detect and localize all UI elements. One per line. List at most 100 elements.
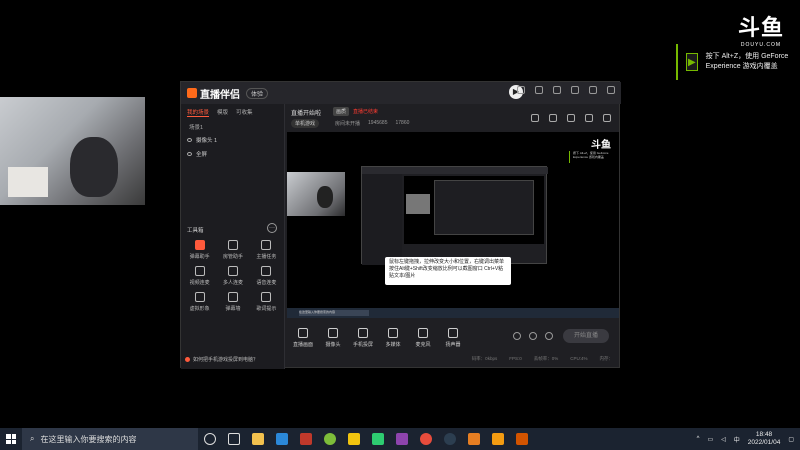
preview-webcam[interactable] (287, 172, 345, 216)
room-icons (531, 114, 611, 122)
more-icon[interactable]: ··· (267, 223, 277, 233)
task-view-icon[interactable] (198, 428, 222, 450)
gift-icon[interactable] (531, 114, 539, 122)
danmu-icon (194, 240, 205, 250)
tray-network-icon[interactable]: ▭ (707, 436, 713, 443)
preview-canvas[interactable]: 斗鱼 按下 Alt+Z，使用 GeForce Experience 游戏内覆盖 … (287, 132, 619, 318)
chrome-icon[interactable] (414, 428, 438, 450)
speaker-icon (448, 328, 458, 338)
close-icon[interactable] (607, 86, 615, 94)
video-link-icon (194, 266, 205, 276)
settings-icon[interactable] (545, 332, 553, 340)
tool-label: 弹幕墙 (225, 306, 241, 312)
nvidia-toast: ▶ 按下 Alt+Z，使用 GeForce Experience 游戏内覆盖 (676, 44, 800, 80)
minimize-icon[interactable] (571, 86, 579, 94)
record-icon[interactable] (513, 332, 521, 340)
task-switch-icon[interactable] (222, 428, 246, 450)
admin-icon (227, 240, 238, 250)
app-notes-icon[interactable] (366, 428, 390, 450)
clock[interactable]: 18:48 2022/01/04 (748, 431, 781, 447)
left-panel: 我的场景 模版 可收集 场景1 摄像头 1 全屏 (181, 104, 285, 369)
link-icon[interactable] (603, 114, 611, 122)
douyu-app-icon[interactable] (462, 428, 486, 450)
source-item-fullscreen[interactable]: 全屏 (181, 147, 284, 161)
version-badge[interactable]: 体验 (246, 87, 269, 99)
preview-search: 在这里输入你要搜索的内容 (299, 310, 369, 316)
room-title[interactable]: 直播开始啦 (291, 108, 321, 117)
eye-icon[interactable] (187, 138, 192, 142)
douyu-logo-mark: 斗鱼 (737, 16, 784, 41)
app-red-icon[interactable] (294, 428, 318, 450)
btool-phone[interactable]: 手机投屏 (349, 326, 377, 348)
ime-indicator[interactable]: 中 (734, 435, 740, 444)
tool-danmu-helper[interactable]: 弹幕助手 (183, 240, 216, 260)
file-explorer-icon[interactable] (246, 428, 270, 450)
start-live-button[interactable]: 开始直播 (563, 329, 609, 343)
btool-camera[interactable]: 摄像头 (319, 326, 347, 348)
lock-icon[interactable] (567, 114, 575, 122)
tool-lyrics[interactable]: 歌词提示 (250, 292, 283, 312)
room-meta-status: 房间未开播 (335, 121, 361, 127)
app-green-icon[interactable] (318, 428, 342, 450)
tool-danmu-wall[interactable]: 弹幕墙 (216, 292, 249, 312)
btool-mic[interactable]: 麦克风 (409, 326, 437, 348)
nested-window (434, 180, 534, 235)
app-stream-icon[interactable] (510, 428, 534, 450)
room-category[interactable]: 单机游戏 (291, 119, 320, 128)
tool-video-link[interactable]: 视频连麦 (183, 266, 216, 286)
hint-text: 如何把手机游戏投屏到电脑？ (193, 357, 259, 363)
room-bar: 直播开始啦 画质 直播已结束 单机游戏 房间未开播 1945685 17860 (287, 106, 617, 130)
tab-my-scenes[interactable]: 我的场景 (187, 108, 210, 117)
btool-screen[interactable]: 直播画面 (289, 326, 317, 348)
notification-icon[interactable]: ▢ (788, 436, 794, 443)
btool-speaker[interactable]: 扬声器 (439, 326, 467, 348)
app-yellow-icon[interactable] (342, 428, 366, 450)
tool-label: 歌词提示 (256, 306, 277, 312)
nested-preview (404, 176, 544, 244)
webcam-person (70, 137, 118, 197)
tool-multi-link[interactable]: 多人连麦 (216, 266, 249, 286)
btool-label: 直播画面 (292, 342, 313, 348)
room-heat: 17860 (395, 120, 410, 126)
tray-up-icon[interactable]: ^ (697, 436, 700, 442)
preview-taskbar: 在这里输入你要搜索的内容 (287, 308, 619, 318)
mic-icon (418, 328, 428, 338)
tool-avatar[interactable]: 虚拟形象 (183, 292, 216, 312)
status-bar: 码率：0kbps FPS:0 丢帧率：0% CPU:4% 内存： (287, 356, 619, 366)
taskbar-search[interactable]: ⌕ 在这里输入你要搜索的内容 (22, 428, 198, 450)
preview-douyu-logo: 斗鱼 (591, 140, 611, 151)
skin-icon[interactable] (535, 86, 543, 94)
tab-collect[interactable]: 可收集 (236, 108, 253, 117)
source-label: 摄像头 1 (196, 138, 218, 144)
app-help-icon[interactable] (486, 428, 510, 450)
steam-icon[interactable] (438, 428, 462, 450)
message-icon[interactable] (517, 86, 525, 94)
tab-templates[interactable]: 模版 (217, 108, 228, 117)
bell-icon[interactable] (585, 114, 593, 122)
mail-icon[interactable] (270, 428, 294, 450)
btool-label: 手机投屏 (352, 342, 373, 348)
eye-icon[interactable] (187, 152, 192, 156)
menu-icon[interactable] (553, 86, 561, 94)
tool-voice-link[interactable]: 语音连麦 (250, 266, 283, 286)
tray-volume-icon[interactable]: ◁ (721, 436, 726, 443)
windows-start-button[interactable] (0, 428, 22, 450)
status-drop: 丢帧率：0% (533, 356, 559, 361)
room-tag[interactable]: 画质 (333, 107, 350, 116)
room-status: 直播已结束 (353, 109, 379, 115)
visual-studio-icon[interactable] (390, 428, 414, 450)
left-footer-hint[interactable]: 如何把手机游戏投屏到电脑？ (185, 356, 258, 363)
tool-label: 多人连麦 (222, 280, 243, 286)
btool-media[interactable]: 多媒体 (379, 326, 407, 348)
eye-icon[interactable] (529, 332, 537, 340)
scene-name[interactable]: 场景1 (181, 121, 284, 133)
preview-person (317, 186, 333, 208)
tool-label: 房管助手 (222, 254, 243, 260)
source-item-camera[interactable]: 摄像头 1 (181, 133, 284, 147)
preview-nested-app (361, 166, 548, 265)
tool-streamer-task[interactable]: 主播任务 (250, 240, 283, 260)
tool-room-admin[interactable]: 房管助手 (216, 240, 249, 260)
share-icon[interactable] (549, 114, 557, 122)
maximize-icon[interactable] (589, 86, 597, 94)
preview-tooltip: 鼠标左键拖拽，拉伸改变大小和位置，右键调出菜单 按住Alt键+Shift改变缩放… (385, 257, 511, 285)
